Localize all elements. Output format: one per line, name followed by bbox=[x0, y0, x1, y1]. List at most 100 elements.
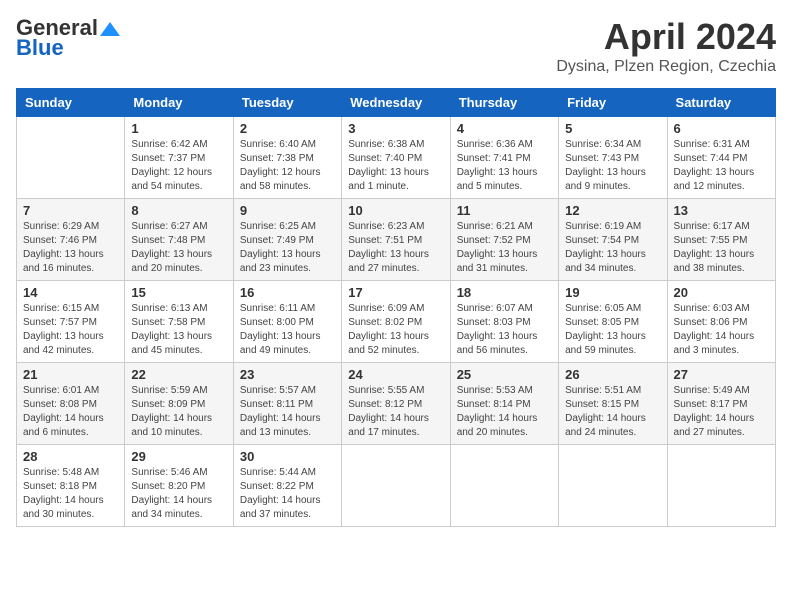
day-number: 10 bbox=[348, 203, 443, 218]
day-number: 7 bbox=[23, 203, 118, 218]
calendar-cell: 1 Sunrise: 6:42 AM Sunset: 7:37 PM Dayli… bbox=[125, 117, 233, 199]
cell-info: Sunrise: 6:34 AM Sunset: 7:43 PM Dayligh… bbox=[565, 138, 660, 194]
calendar-cell: 15 Sunrise: 6:13 AM Sunset: 7:58 PM Dayl… bbox=[125, 281, 233, 363]
cell-info: Sunrise: 5:46 AM Sunset: 8:20 PM Dayligh… bbox=[131, 466, 226, 522]
calendar-cell: 3 Sunrise: 6:38 AM Sunset: 7:40 PM Dayli… bbox=[342, 117, 450, 199]
calendar-cell: 14 Sunrise: 6:15 AM Sunset: 7:57 PM Dayl… bbox=[17, 281, 125, 363]
calendar-cell: 24 Sunrise: 5:55 AM Sunset: 8:12 PM Dayl… bbox=[342, 363, 450, 445]
calendar-cell bbox=[17, 117, 125, 199]
cell-info: Sunrise: 6:25 AM Sunset: 7:49 PM Dayligh… bbox=[240, 220, 335, 276]
day-number: 26 bbox=[565, 367, 660, 382]
calendar-week-row: 21 Sunrise: 6:01 AM Sunset: 8:08 PM Dayl… bbox=[17, 363, 776, 445]
calendar-cell: 28 Sunrise: 5:48 AM Sunset: 8:18 PM Dayl… bbox=[17, 445, 125, 527]
calendar-cell: 4 Sunrise: 6:36 AM Sunset: 7:41 PM Dayli… bbox=[450, 117, 558, 199]
day-number: 3 bbox=[348, 121, 443, 136]
cell-info: Sunrise: 6:11 AM Sunset: 8:00 PM Dayligh… bbox=[240, 302, 335, 358]
day-number: 18 bbox=[457, 285, 552, 300]
calendar-cell: 8 Sunrise: 6:27 AM Sunset: 7:48 PM Dayli… bbox=[125, 199, 233, 281]
calendar-week-row: 1 Sunrise: 6:42 AM Sunset: 7:37 PM Dayli… bbox=[17, 117, 776, 199]
cell-info: Sunrise: 6:36 AM Sunset: 7:41 PM Dayligh… bbox=[457, 138, 552, 194]
calendar-cell: 13 Sunrise: 6:17 AM Sunset: 7:55 PM Dayl… bbox=[667, 199, 775, 281]
calendar-cell: 11 Sunrise: 6:21 AM Sunset: 7:52 PM Dayl… bbox=[450, 199, 558, 281]
day-header-tuesday: Tuesday bbox=[233, 89, 341, 117]
cell-info: Sunrise: 6:40 AM Sunset: 7:38 PM Dayligh… bbox=[240, 138, 335, 194]
calendar-cell bbox=[450, 445, 558, 527]
day-number: 1 bbox=[131, 121, 226, 136]
day-number: 30 bbox=[240, 449, 335, 464]
day-header-saturday: Saturday bbox=[667, 89, 775, 117]
calendar-cell: 10 Sunrise: 6:23 AM Sunset: 7:51 PM Dayl… bbox=[342, 199, 450, 281]
day-number: 15 bbox=[131, 285, 226, 300]
day-header-monday: Monday bbox=[125, 89, 233, 117]
header: General Blue April 2024 Dysina, Plzen Re… bbox=[16, 16, 776, 76]
cell-info: Sunrise: 6:31 AM Sunset: 7:44 PM Dayligh… bbox=[674, 138, 769, 194]
calendar-cell bbox=[559, 445, 667, 527]
day-number: 14 bbox=[23, 285, 118, 300]
calendar-week-row: 14 Sunrise: 6:15 AM Sunset: 7:57 PM Dayl… bbox=[17, 281, 776, 363]
calendar-cell: 27 Sunrise: 5:49 AM Sunset: 8:17 PM Dayl… bbox=[667, 363, 775, 445]
cell-info: Sunrise: 5:49 AM Sunset: 8:17 PM Dayligh… bbox=[674, 384, 769, 440]
cell-info: Sunrise: 5:55 AM Sunset: 8:12 PM Dayligh… bbox=[348, 384, 443, 440]
calendar-week-row: 7 Sunrise: 6:29 AM Sunset: 7:46 PM Dayli… bbox=[17, 199, 776, 281]
cell-info: Sunrise: 6:03 AM Sunset: 8:06 PM Dayligh… bbox=[674, 302, 769, 358]
day-number: 24 bbox=[348, 367, 443, 382]
cell-info: Sunrise: 5:53 AM Sunset: 8:14 PM Dayligh… bbox=[457, 384, 552, 440]
cell-info: Sunrise: 6:23 AM Sunset: 7:51 PM Dayligh… bbox=[348, 220, 443, 276]
day-number: 12 bbox=[565, 203, 660, 218]
logo-icon bbox=[100, 22, 120, 36]
day-header-thursday: Thursday bbox=[450, 89, 558, 117]
day-number: 5 bbox=[565, 121, 660, 136]
calendar-cell: 17 Sunrise: 6:09 AM Sunset: 8:02 PM Dayl… bbox=[342, 281, 450, 363]
location-title: Dysina, Plzen Region, Czechia bbox=[556, 58, 776, 76]
cell-info: Sunrise: 5:48 AM Sunset: 8:18 PM Dayligh… bbox=[23, 466, 118, 522]
day-number: 21 bbox=[23, 367, 118, 382]
month-title: April 2024 bbox=[556, 16, 776, 58]
cell-info: Sunrise: 6:29 AM Sunset: 7:46 PM Dayligh… bbox=[23, 220, 118, 276]
title-section: April 2024 Dysina, Plzen Region, Czechia bbox=[556, 16, 776, 76]
day-number: 25 bbox=[457, 367, 552, 382]
day-header-friday: Friday bbox=[559, 89, 667, 117]
cell-info: Sunrise: 6:15 AM Sunset: 7:57 PM Dayligh… bbox=[23, 302, 118, 358]
calendar-cell: 19 Sunrise: 6:05 AM Sunset: 8:05 PM Dayl… bbox=[559, 281, 667, 363]
cell-info: Sunrise: 6:13 AM Sunset: 7:58 PM Dayligh… bbox=[131, 302, 226, 358]
day-number: 22 bbox=[131, 367, 226, 382]
day-number: 9 bbox=[240, 203, 335, 218]
day-number: 17 bbox=[348, 285, 443, 300]
cell-info: Sunrise: 6:17 AM Sunset: 7:55 PM Dayligh… bbox=[674, 220, 769, 276]
day-number: 2 bbox=[240, 121, 335, 136]
day-number: 28 bbox=[23, 449, 118, 464]
cell-info: Sunrise: 6:07 AM Sunset: 8:03 PM Dayligh… bbox=[457, 302, 552, 358]
cell-info: Sunrise: 6:27 AM Sunset: 7:48 PM Dayligh… bbox=[131, 220, 226, 276]
calendar-table: SundayMondayTuesdayWednesdayThursdayFrid… bbox=[16, 88, 776, 527]
cell-info: Sunrise: 6:19 AM Sunset: 7:54 PM Dayligh… bbox=[565, 220, 660, 276]
cell-info: Sunrise: 6:38 AM Sunset: 7:40 PM Dayligh… bbox=[348, 138, 443, 194]
day-number: 6 bbox=[674, 121, 769, 136]
day-number: 27 bbox=[674, 367, 769, 382]
day-number: 16 bbox=[240, 285, 335, 300]
calendar-cell: 26 Sunrise: 5:51 AM Sunset: 8:15 PM Dayl… bbox=[559, 363, 667, 445]
calendar-header-row: SundayMondayTuesdayWednesdayThursdayFrid… bbox=[17, 89, 776, 117]
calendar-cell: 6 Sunrise: 6:31 AM Sunset: 7:44 PM Dayli… bbox=[667, 117, 775, 199]
calendar-cell: 9 Sunrise: 6:25 AM Sunset: 7:49 PM Dayli… bbox=[233, 199, 341, 281]
calendar-cell: 23 Sunrise: 5:57 AM Sunset: 8:11 PM Dayl… bbox=[233, 363, 341, 445]
calendar-cell: 20 Sunrise: 6:03 AM Sunset: 8:06 PM Dayl… bbox=[667, 281, 775, 363]
day-number: 20 bbox=[674, 285, 769, 300]
logo-blue: Blue bbox=[16, 36, 120, 60]
day-header-wednesday: Wednesday bbox=[342, 89, 450, 117]
cell-info: Sunrise: 6:01 AM Sunset: 8:08 PM Dayligh… bbox=[23, 384, 118, 440]
day-number: 13 bbox=[674, 203, 769, 218]
calendar-cell bbox=[342, 445, 450, 527]
calendar-cell: 16 Sunrise: 6:11 AM Sunset: 8:00 PM Dayl… bbox=[233, 281, 341, 363]
calendar-cell: 29 Sunrise: 5:46 AM Sunset: 8:20 PM Dayl… bbox=[125, 445, 233, 527]
cell-info: Sunrise: 6:21 AM Sunset: 7:52 PM Dayligh… bbox=[457, 220, 552, 276]
day-number: 4 bbox=[457, 121, 552, 136]
calendar-cell: 7 Sunrise: 6:29 AM Sunset: 7:46 PM Dayli… bbox=[17, 199, 125, 281]
calendar-cell: 18 Sunrise: 6:07 AM Sunset: 8:03 PM Dayl… bbox=[450, 281, 558, 363]
cell-info: Sunrise: 6:09 AM Sunset: 8:02 PM Dayligh… bbox=[348, 302, 443, 358]
cell-info: Sunrise: 5:57 AM Sunset: 8:11 PM Dayligh… bbox=[240, 384, 335, 440]
calendar-cell: 12 Sunrise: 6:19 AM Sunset: 7:54 PM Dayl… bbox=[559, 199, 667, 281]
day-number: 23 bbox=[240, 367, 335, 382]
calendar-cell bbox=[667, 445, 775, 527]
calendar-cell: 25 Sunrise: 5:53 AM Sunset: 8:14 PM Dayl… bbox=[450, 363, 558, 445]
cell-info: Sunrise: 5:59 AM Sunset: 8:09 PM Dayligh… bbox=[131, 384, 226, 440]
